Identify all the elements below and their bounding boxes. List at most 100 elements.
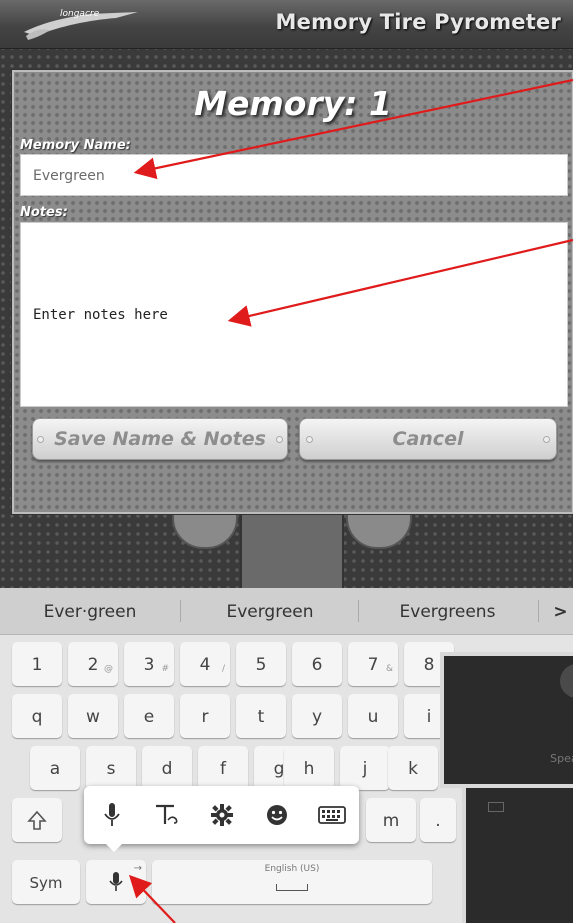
car-body	[240, 505, 344, 588]
suggestion-divider	[538, 600, 539, 622]
cancel-button[interactable]: Cancel	[299, 418, 557, 460]
key-label: j	[362, 759, 368, 779]
key-u[interactable]: u	[348, 694, 398, 738]
suggestion-item[interactable]: Ever·green	[10, 588, 170, 634]
save-name-notes-button[interactable]: Save Name & Notes	[32, 418, 288, 460]
key-label: 7	[367, 655, 379, 675]
key-label: 2	[87, 655, 99, 675]
suggestion-bar: Ever·green Evergreen Evergreens >	[0, 588, 573, 635]
sym-key[interactable]: Sym	[12, 860, 80, 904]
key-label: w	[86, 707, 100, 727]
key-label: d	[161, 759, 173, 779]
key-h[interactable]: h	[284, 746, 334, 790]
memory-name-label: Memory Name:	[20, 138, 131, 153]
keyboard-icon[interactable]	[304, 786, 359, 844]
key-k[interactable]: k	[388, 746, 438, 790]
suggestion-divider	[180, 600, 181, 622]
screw-icon	[276, 436, 283, 443]
key-t[interactable]: t	[236, 694, 286, 738]
key-label: a	[49, 759, 61, 779]
popup-pointer	[106, 844, 122, 852]
memory-dialog: Memory: 1 Memory Name: Evergreen Notes: …	[12, 70, 573, 514]
key-label: y	[311, 707, 323, 727]
screw-icon	[37, 436, 44, 443]
key-label: 5	[255, 655, 267, 675]
key-label: 3	[143, 655, 155, 675]
notes-label: Notes:	[20, 205, 68, 220]
key-label: f	[220, 759, 226, 779]
key-label: r	[201, 707, 209, 727]
key-hint: /	[221, 664, 225, 674]
emoji-icon[interactable]	[249, 786, 304, 844]
text-recognition-icon[interactable]	[139, 786, 194, 844]
key-label: m	[382, 811, 400, 831]
input-options-popup	[84, 786, 359, 852]
key-period[interactable]: .	[420, 798, 456, 842]
key-2[interactable]: 2 @	[68, 642, 118, 686]
key-r[interactable]: r	[180, 694, 230, 738]
longacre-logo-icon: longacre	[24, 9, 138, 40]
keyboard-icon	[488, 802, 504, 812]
app-title: Memory Tire Pyrometer	[275, 10, 561, 34]
shift-key[interactable]	[12, 798, 62, 842]
key-3[interactable]: 3 #	[124, 642, 174, 686]
microphone-icon[interactable]	[84, 786, 139, 844]
key-7[interactable]: 7 &	[348, 642, 398, 686]
key-label: 4	[199, 655, 211, 675]
key-s[interactable]: s	[86, 746, 136, 790]
key-label: i	[426, 707, 432, 727]
key-label: t	[257, 707, 265, 727]
key-a[interactable]: a	[30, 746, 80, 790]
handwriting-overlay-panel[interactable]: Ta	[462, 784, 573, 923]
arrow-hint-icon: →	[133, 863, 142, 874]
key-label: 8	[423, 655, 435, 675]
space-bar[interactable]: English (US)	[152, 860, 432, 904]
logo-text: longacre	[60, 9, 100, 19]
key-label: 1	[31, 655, 43, 675]
dialog-title: Memory: 1	[194, 84, 392, 123]
key-hint: @	[104, 664, 113, 674]
shift-arrow-icon	[27, 810, 47, 830]
key-f[interactable]: f	[198, 746, 248, 790]
key-e[interactable]: e	[124, 694, 174, 738]
key-label: k	[408, 759, 418, 779]
space-language-label: English (US)	[264, 864, 320, 874]
key-label: q	[31, 707, 43, 727]
suggestion-item[interactable]: Evergreen	[190, 588, 350, 634]
key-d[interactable]: d	[142, 746, 192, 790]
voice-input-key[interactable]: →	[86, 860, 146, 904]
key-label: u	[367, 707, 379, 727]
key-label: h	[303, 759, 315, 779]
key-hint: &	[385, 664, 393, 674]
soft-keyboard: Ever·green Evergreen Evergreens > 1 2 @ 3…	[0, 588, 573, 923]
cancel-button-label: Cancel	[392, 428, 464, 450]
screw-icon	[543, 436, 550, 443]
key-label: .	[435, 811, 441, 831]
microphone-icon	[109, 872, 123, 891]
settings-gear-icon[interactable]	[194, 786, 249, 844]
screw-icon	[306, 436, 313, 443]
more-suggestions-chevron-icon[interactable]: >	[548, 588, 573, 634]
key-j[interactable]: j	[340, 746, 390, 790]
key-5[interactable]: 5	[236, 642, 286, 686]
key-label: g	[273, 759, 285, 779]
suggestion-item[interactable]: Evergreens	[365, 588, 530, 634]
space-icon	[276, 884, 308, 891]
key-w[interactable]: w	[68, 694, 118, 738]
key-label: s	[106, 759, 116, 779]
speak-label: Speak	[550, 752, 573, 765]
key-1[interactable]: 1	[12, 642, 62, 686]
key-label: e	[143, 707, 155, 727]
microphone-circle-icon	[560, 664, 573, 698]
memory-name-input[interactable]: Evergreen	[20, 154, 568, 196]
key-y[interactable]: y	[292, 694, 342, 738]
key-q[interactable]: q	[12, 694, 62, 738]
key-m[interactable]: m	[366, 798, 416, 842]
key-label: 6	[311, 655, 323, 675]
save-button-label: Save Name & Notes	[54, 428, 266, 450]
suggestion-divider	[358, 600, 359, 622]
key-6[interactable]: 6	[292, 642, 342, 686]
key-4[interactable]: 4/	[180, 642, 230, 686]
voice-input-overlay-panel[interactable]: Speak	[440, 652, 573, 788]
notes-textarea[interactable]: Enter notes here	[20, 222, 568, 407]
